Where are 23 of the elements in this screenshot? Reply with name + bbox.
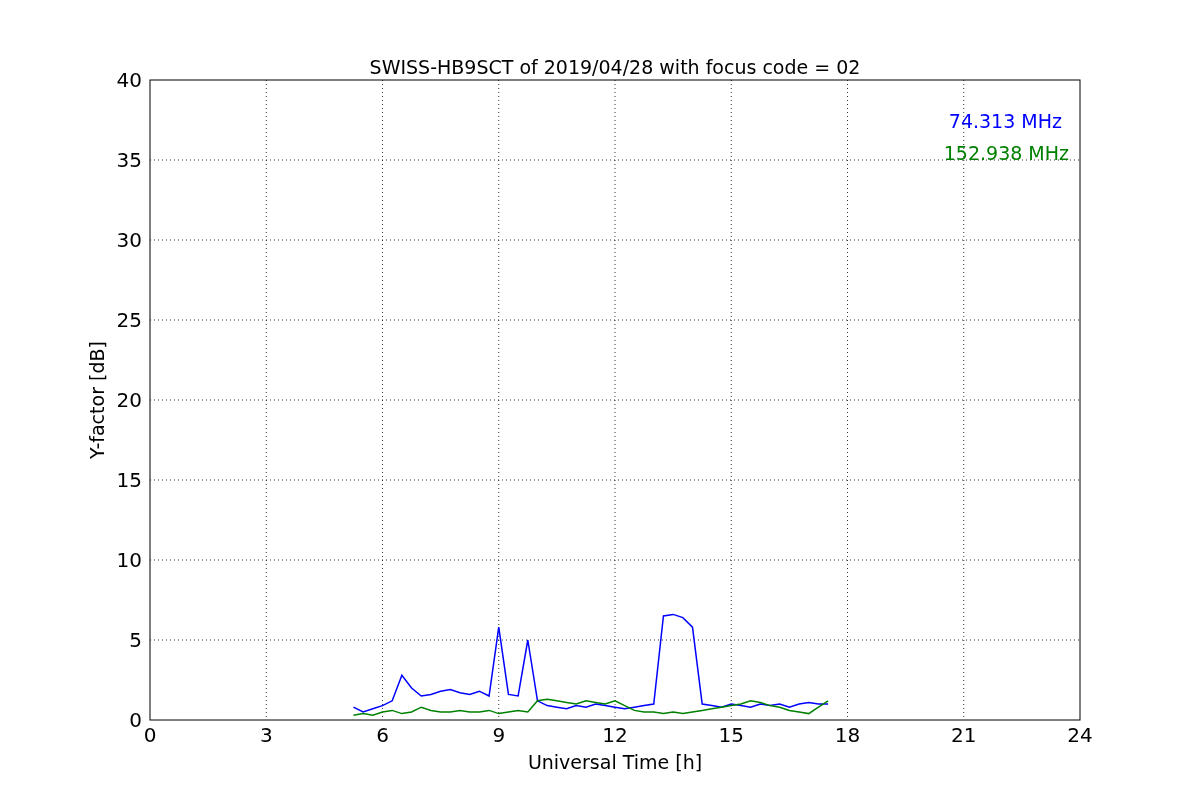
y-tick-label: 35 <box>116 148 142 172</box>
chart-title: SWISS-HB9SCT of 2019/04/28 with focus code = 02 <box>369 56 861 78</box>
x-tick-label: 9 <box>492 723 506 747</box>
legend-label: 74.313 MHz <box>948 110 1062 132</box>
x-tick-label: 12 <box>602 723 628 747</box>
y-tick-label: 30 <box>116 228 142 252</box>
y-tick-label: 20 <box>116 388 142 412</box>
y-tick-label: 5 <box>129 628 142 652</box>
y-axis-title: Y-factor [dB] <box>86 341 108 459</box>
x-tick-label: 21 <box>951 723 977 747</box>
x-tick-label: 15 <box>718 723 744 747</box>
y-tick-label: 40 <box>116 68 142 92</box>
x-axis-title: Universal Time [h] <box>527 751 703 773</box>
x-tick-label: 24 <box>1067 723 1093 747</box>
legend-label: 152.938 MHz <box>943 142 1069 164</box>
y-tick-label: 15 <box>116 468 142 492</box>
x-tick-label: 18 <box>834 723 861 747</box>
y-tick-label: 0 <box>129 708 142 732</box>
x-tick-label: 6 <box>376 723 389 747</box>
x-tick-label: 0 <box>143 723 157 747</box>
x-tick-label: 3 <box>259 723 273 747</box>
y-tick-label: 10 <box>116 548 142 572</box>
y-tick-label: 25 <box>116 308 142 332</box>
